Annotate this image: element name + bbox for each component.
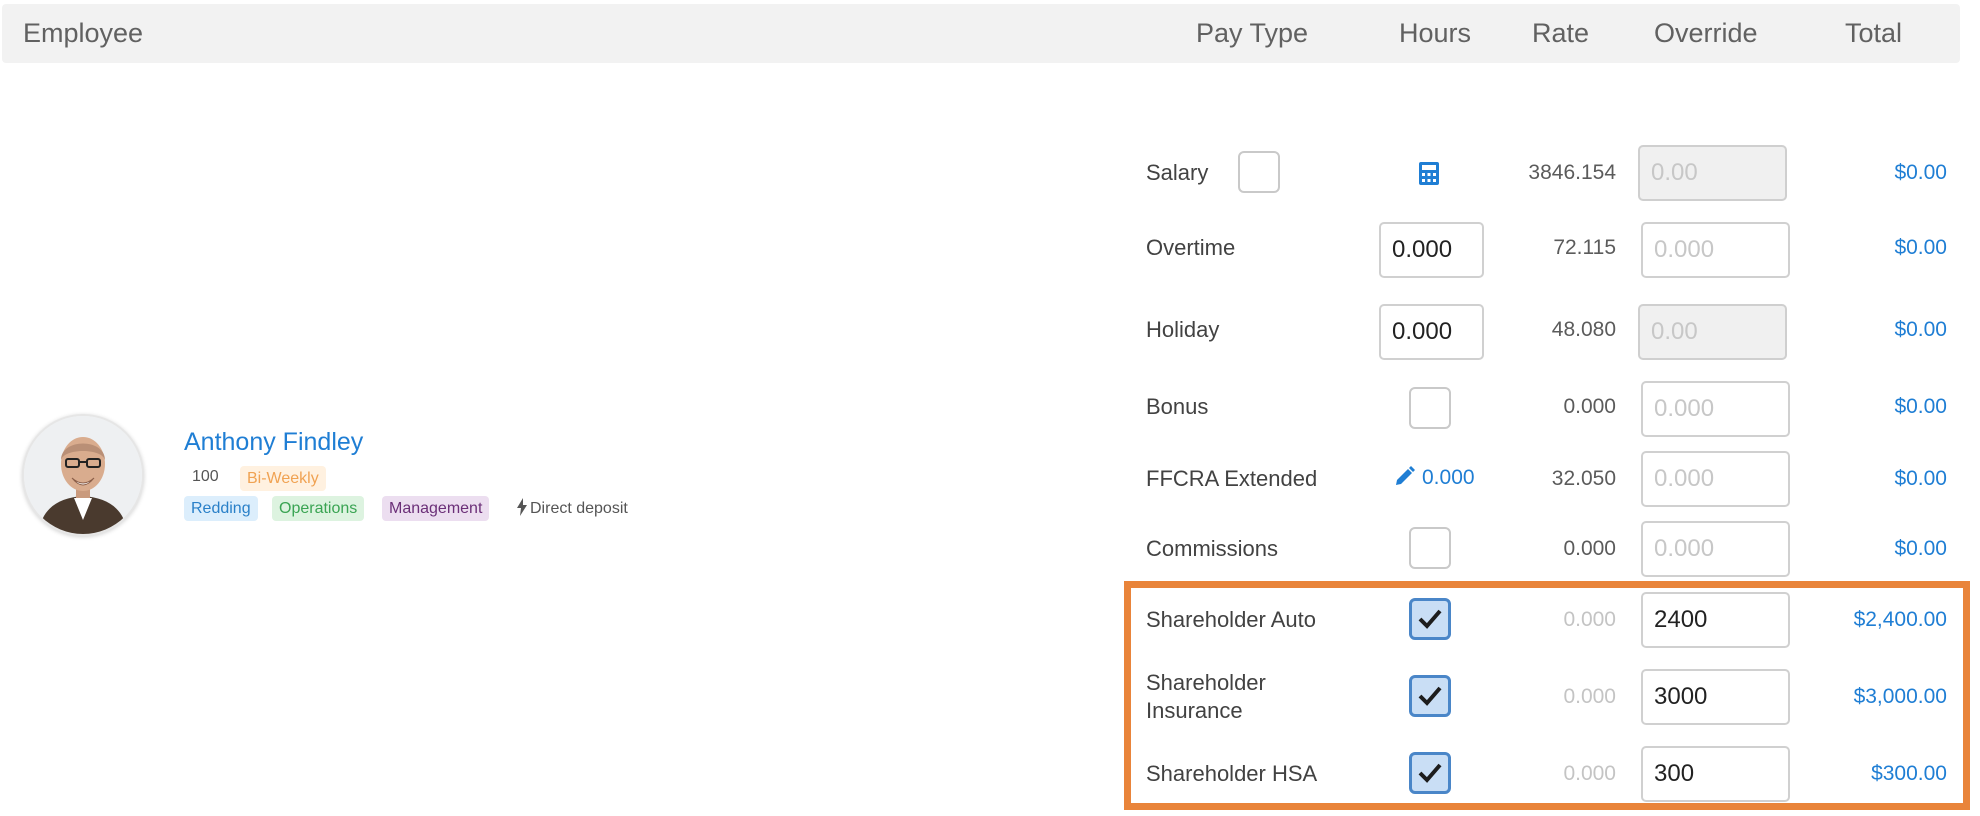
col-total: Total: [1845, 18, 1903, 48]
override-input[interactable]: [1641, 521, 1790, 577]
pay-row-shareholder-insurance: Shareholder Insurance 0.000 $3,000.00: [1146, 669, 1956, 725]
commissions-checkbox[interactable]: [1409, 527, 1451, 569]
table-header: Employee Pay Type Hours Rate Override To…: [2, 4, 1960, 63]
pay-row-overtime: Overtime 72.115 $0.00: [1146, 222, 1956, 278]
total-value: $0.00: [1894, 395, 1947, 418]
total-value: $0.00: [1894, 318, 1947, 341]
total-value: $0.00: [1894, 161, 1947, 184]
rate-value: 48.080: [1551, 318, 1616, 341]
hours-input[interactable]: [1379, 304, 1484, 360]
shareholder-auto-checkbox[interactable]: [1409, 598, 1451, 640]
employee-id: 100: [192, 468, 219, 485]
salary-checkbox[interactable]: [1238, 151, 1280, 193]
col-hours: Hours: [1399, 18, 1472, 48]
rate-value: 72.115: [1553, 236, 1616, 259]
rate-value: 0.000: [1563, 685, 1616, 708]
location-badge: Redding: [184, 496, 258, 521]
pay-row-salary: Salary 3846.154 $0.00: [1146, 145, 1956, 201]
rate-value: 0.000: [1563, 608, 1616, 631]
role-badge: Management: [382, 496, 490, 521]
pay-row-holiday: Holiday 48.080 $0.00: [1146, 304, 1956, 360]
pay-type-label: Commissions: [1146, 536, 1279, 561]
employee-name-link[interactable]: Anthony Findley: [184, 428, 363, 457]
rate-value: 0.000: [1563, 395, 1616, 418]
pay-row-bonus: Bonus 0.000 $0.00: [1146, 381, 1956, 437]
direct-deposit-info: Direct deposit: [517, 498, 628, 518]
rate-value: 32.050: [1551, 467, 1616, 490]
override-input[interactable]: [1641, 746, 1790, 802]
total-value: $0.00: [1894, 467, 1947, 490]
checkmark-icon: [1418, 763, 1442, 783]
pay-type-label: Holiday: [1146, 317, 1220, 342]
ffcra-hours-edit-link[interactable]: 0.000: [1394, 465, 1475, 490]
override-input[interactable]: [1641, 669, 1790, 725]
rate-value: 0.000: [1563, 762, 1616, 785]
bolt-icon: [517, 498, 527, 516]
override-input[interactable]: [1638, 304, 1787, 360]
pay-type-label: Shareholder Insurance: [1146, 670, 1266, 723]
total-value: $3,000.00: [1853, 685, 1947, 708]
checkmark-icon: [1418, 609, 1442, 629]
override-input[interactable]: [1641, 451, 1790, 507]
col-pay-type: Pay Type: [1196, 18, 1309, 48]
total-value: $0.00: [1894, 537, 1947, 560]
rate-value: 3846.154: [1528, 161, 1616, 184]
total-value: $300.00: [1871, 762, 1947, 785]
shareholder-insurance-checkbox[interactable]: [1409, 675, 1451, 717]
override-input[interactable]: [1641, 592, 1790, 648]
pay-type-label: FFCRA Extended: [1146, 466, 1318, 491]
pay-type-label: Bonus: [1146, 394, 1209, 419]
checkmark-icon: [1418, 686, 1442, 706]
rate-value: 0.000: [1563, 537, 1616, 560]
override-input[interactable]: [1641, 222, 1790, 278]
total-value: $0.00: [1894, 236, 1947, 259]
pay-row-ffcra-extended: FFCRA Extended 0.000 32.050 $0.00: [1146, 451, 1956, 507]
pay-row-commissions: Commissions 0.000 $0.00: [1146, 521, 1956, 577]
pay-type-label: Shareholder HSA: [1146, 761, 1318, 786]
department-badge: Operations: [272, 496, 365, 521]
employee-avatar: [22, 414, 144, 536]
direct-deposit-label: Direct deposit: [530, 500, 628, 517]
pay-row-shareholder-auto: Shareholder Auto 0.000 $2,400.00: [1146, 592, 1956, 648]
pencil-icon: [1396, 466, 1415, 485]
override-input[interactable]: [1641, 381, 1790, 437]
col-override: Override: [1654, 18, 1758, 48]
override-input[interactable]: [1638, 145, 1787, 201]
bonus-checkbox[interactable]: [1409, 387, 1451, 429]
pay-type-label: Overtime: [1146, 235, 1236, 260]
col-employee: Employee: [23, 18, 144, 48]
hours-input[interactable]: [1379, 222, 1484, 278]
total-value: $2,400.00: [1853, 608, 1947, 631]
pay-frequency-badge: Bi-Weekly: [240, 466, 326, 491]
pay-type-label: Shareholder Auto: [1146, 607, 1317, 632]
shareholder-hsa-checkbox[interactable]: [1409, 752, 1451, 794]
pay-row-shareholder-hsa: Shareholder HSA 0.000 $300.00: [1146, 746, 1956, 802]
ffcra-hours-value: 0.000: [1422, 466, 1475, 489]
calculator-icon[interactable]: [1418, 161, 1440, 186]
pay-type-label: Salary: [1146, 160, 1209, 185]
col-rate: Rate: [1532, 18, 1590, 48]
